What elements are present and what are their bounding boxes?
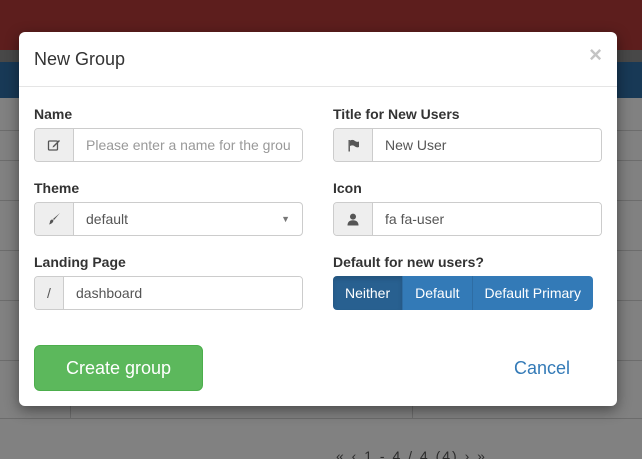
icon-input[interactable] [373, 203, 601, 235]
title-new-users-label: Title for New Users [333, 106, 460, 122]
modal-header: New Group × [19, 32, 617, 87]
close-icon[interactable]: × [589, 44, 602, 66]
theme-label: Theme [34, 180, 80, 196]
theme-select[interactable]: default ▼ [74, 203, 302, 235]
option-default-primary-button[interactable]: Default Primary [472, 276, 593, 310]
chevron-down-icon: ▼ [281, 214, 290, 224]
theme-select-value: default [86, 211, 129, 227]
landing-page-input[interactable] [64, 277, 302, 309]
default-new-users-toggle: Neither Default Default Primary [333, 276, 593, 310]
option-default-button[interactable]: Default [403, 276, 473, 310]
cancel-button[interactable]: Cancel [497, 345, 587, 391]
flag-icon [334, 129, 373, 161]
name-input[interactable] [74, 129, 302, 161]
icon-input-group [333, 202, 602, 236]
option-neither-button[interactable]: Neither [333, 276, 404, 310]
landing-page-input-group: / [34, 276, 303, 310]
new-group-modal: New Group × Name Title for New Users The… [19, 32, 617, 406]
modal-title: New Group [34, 49, 126, 69]
landing-page-prefix: / [35, 277, 64, 309]
user-icon [334, 203, 373, 235]
name-input-group [34, 128, 303, 162]
paint-brush-icon [35, 203, 74, 235]
create-group-button[interactable]: Create group [34, 345, 203, 391]
icon-label: Icon [333, 180, 362, 196]
title-new-users-input-group [333, 128, 602, 162]
default-new-users-label: Default for new users? [333, 254, 484, 270]
theme-input-group: default ▼ [34, 202, 303, 236]
name-label: Name [34, 106, 73, 122]
title-new-users-input[interactable] [373, 129, 601, 161]
pencil-square-icon [35, 129, 74, 161]
landing-page-label: Landing Page [34, 254, 126, 270]
